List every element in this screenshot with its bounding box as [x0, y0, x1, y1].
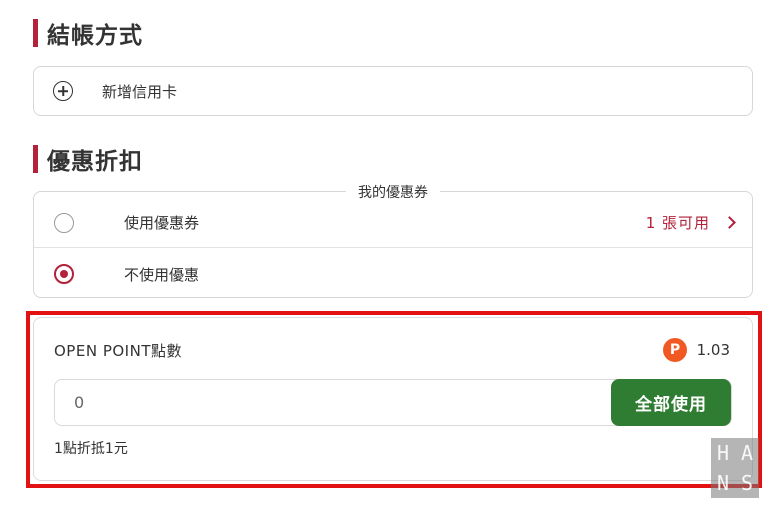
title-accent-bar — [33, 19, 38, 47]
use-coupon-option[interactable]: 使用優惠券 1 張可用 — [34, 198, 752, 248]
watermark-letter: A — [740, 441, 754, 465]
points-title: OPEN POINT點數 — [54, 342, 182, 360]
add-credit-card-button[interactable]: 新增信用卡 — [33, 66, 753, 116]
no-coupon-label: 不使用優惠 — [124, 265, 200, 284]
points-input[interactable] — [74, 393, 474, 412]
coupon-available-count[interactable]: 1 張可用 — [646, 212, 710, 233]
chevron-right-icon[interactable] — [723, 216, 736, 229]
title-accent-bar — [33, 145, 38, 173]
watermark-logo: H A N S — [711, 438, 759, 498]
watermark-letter: H — [716, 441, 730, 465]
points-conversion-note: 1點折抵1元 — [54, 441, 128, 457]
use-coupon-label: 使用優惠券 — [124, 214, 200, 232]
radio-checked-icon[interactable] — [54, 264, 74, 284]
discount-title: 優惠折扣 — [47, 149, 143, 175]
open-point-p-icon: P — [663, 338, 687, 362]
open-point-card: OPEN POINT點數 P 1.03 全部使用 1點折抵1元 — [33, 317, 753, 481]
discount-section-title: 優惠折扣 — [33, 144, 143, 175]
coupon-box: 我的優惠券 使用優惠券 1 張可用 不使用優惠 — [33, 182, 753, 299]
payment-section-title: 結帳方式 — [33, 18, 143, 49]
points-balance: 1.03 — [696, 341, 730, 359]
radio-unchecked-icon[interactable] — [54, 212, 74, 233]
payment-title: 結帳方式 — [47, 23, 143, 49]
plus-circle-icon — [53, 81, 73, 101]
watermark-letter: S — [740, 471, 754, 495]
points-input-group: 全部使用 — [54, 379, 732, 426]
use-all-points-button[interactable]: 全部使用 — [611, 379, 731, 426]
no-coupon-option[interactable]: 不使用優惠 — [34, 249, 752, 299]
add-card-label: 新增信用卡 — [102, 82, 178, 101]
watermark-letter: N — [716, 471, 730, 495]
